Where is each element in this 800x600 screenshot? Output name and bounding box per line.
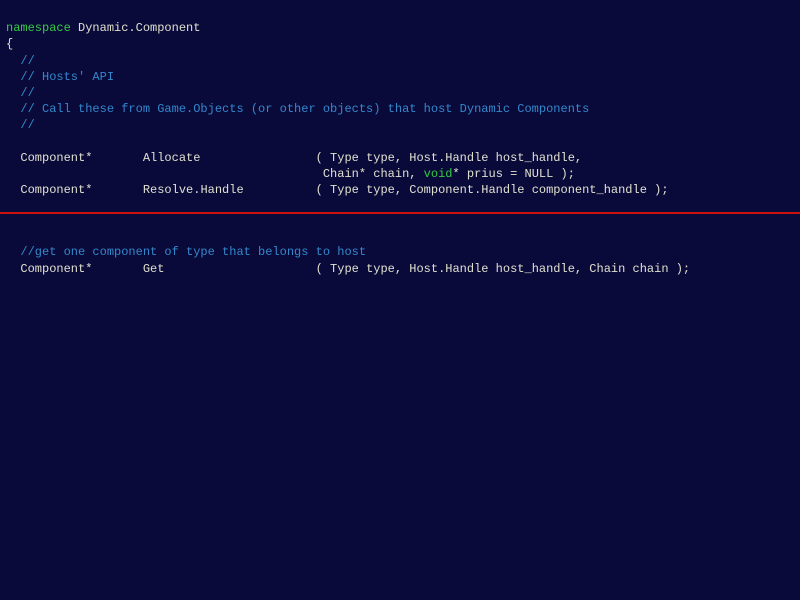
fn-allocate-params-a: ( Type type, Host.Handle host_handle,: [316, 151, 582, 165]
fn-resolve-name: Resolve.Handle: [143, 183, 316, 197]
keyword-void: void: [424, 167, 453, 181]
brace-open: {: [6, 37, 13, 51]
fn-resolve-params: ( Type type, Component.Handle component_…: [316, 183, 669, 197]
fn-allocate-params-b-tail: * prius = NULL );: [452, 167, 574, 181]
fn-allocate-name: Allocate: [143, 151, 316, 165]
comment-line: //: [6, 118, 35, 132]
separator-rule: [0, 212, 800, 214]
fn-get-params: ( Type type, Host.Handle host_handle, Ch…: [316, 262, 690, 276]
fn-resolve-return: Component*: [6, 183, 143, 197]
comment-hosts-api: // Hosts' API: [6, 70, 114, 84]
comment-call-these: // Call these from Game.Objects (or othe…: [6, 102, 589, 116]
comment-line: //: [6, 54, 35, 68]
code-block: namespace Dynamic.Component { // // Host…: [0, 0, 800, 202]
keyword-namespace: namespace: [6, 21, 71, 35]
comment-get-one: //get one component of type that belongs…: [6, 245, 366, 259]
namespace-name: Dynamic.Component: [71, 21, 201, 35]
fn-allocate-params-b-indent: Chain* chain,: [6, 167, 424, 181]
fn-get-name: Get: [143, 262, 316, 276]
fn-get-return: Component*: [6, 262, 143, 276]
fn-allocate-return: Component*: [6, 151, 143, 165]
code-block-lower: //get one component of type that belongs…: [0, 224, 800, 281]
comment-line: //: [6, 86, 35, 100]
